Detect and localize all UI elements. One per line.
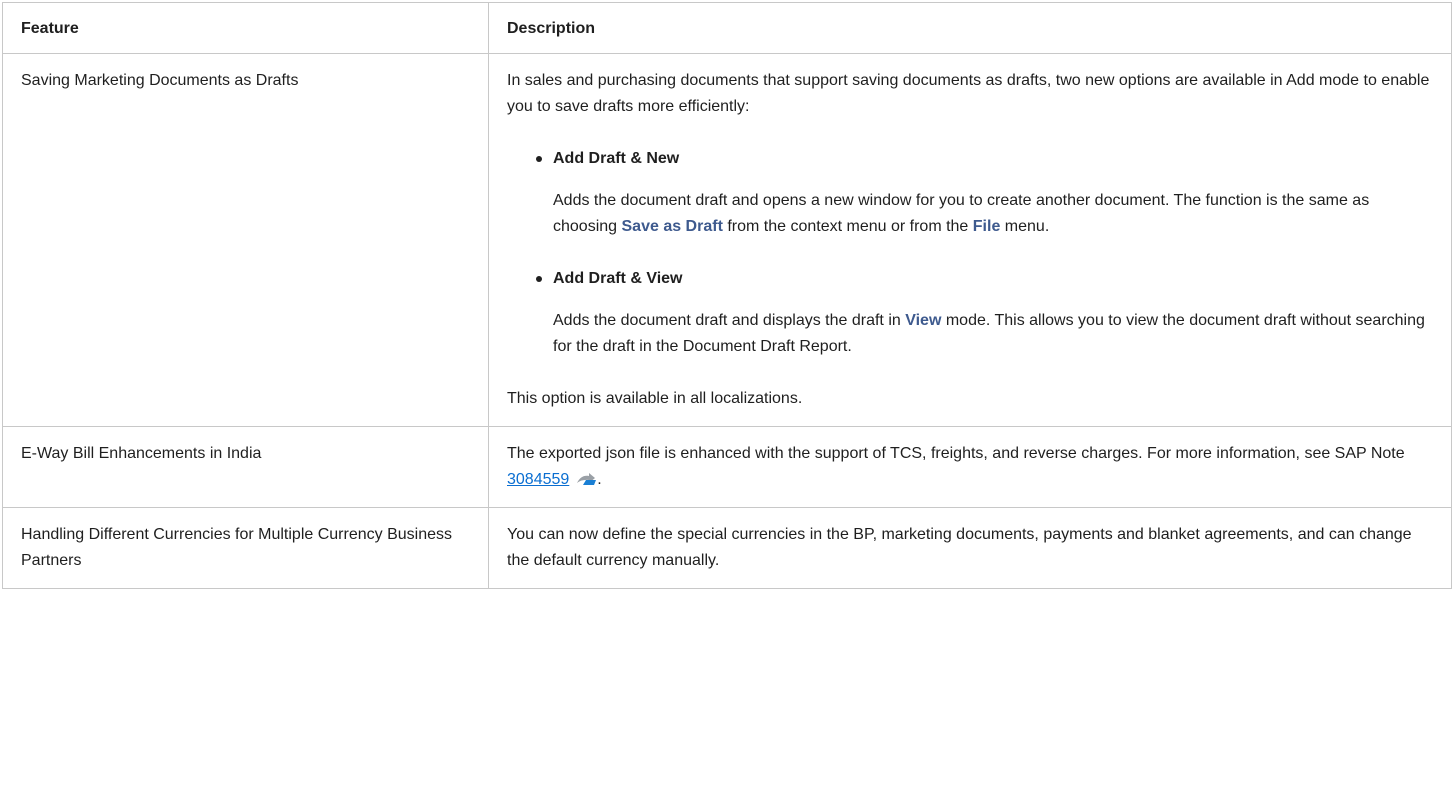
feature-name: E-Way Bill Enhancements in India xyxy=(21,445,262,462)
description-text-part: . xyxy=(597,471,602,488)
document-page: Feature Description Saving Marketing Doc… xyxy=(0,0,1453,794)
ui-term-save-as-draft: Save as Draft xyxy=(621,218,723,235)
feature-name: Saving Marketing Documents as Drafts xyxy=(21,72,299,89)
option-text: Adds the document draft and displays the… xyxy=(553,312,906,329)
list-item: Add Draft & New Adds the document draft … xyxy=(536,146,1433,240)
option-title: Add Draft & View xyxy=(553,270,683,287)
option-description: Adds the document draft and displays the… xyxy=(553,308,1433,360)
table-row: Saving Marketing Documents as Drafts In … xyxy=(2,53,1452,427)
column-header-feature: Feature xyxy=(2,2,489,54)
table-row: E-Way Bill Enhancements in India The exp… xyxy=(2,426,1452,508)
option-text: from the context menu or from the xyxy=(722,218,973,235)
bullet-icon xyxy=(536,156,542,162)
description-text-part: The exported json file is enhanced with … xyxy=(507,445,1405,462)
description-text: The exported json file is enhanced with … xyxy=(507,441,1433,493)
description-text: You can now define the special currencie… xyxy=(507,526,1412,569)
ui-term-view: View xyxy=(905,312,942,329)
availability-note: This option is available in all localiza… xyxy=(507,390,803,407)
feature-name: Handling Different Currencies for Multip… xyxy=(21,526,452,569)
feature-cell: Saving Marketing Documents as Drafts xyxy=(2,53,489,427)
external-link-icon[interactable] xyxy=(575,471,597,487)
feature-cell: Handling Different Currencies for Multip… xyxy=(2,507,489,589)
description-cell: In sales and purchasing documents that s… xyxy=(488,53,1452,427)
table-row: Handling Different Currencies for Multip… xyxy=(2,507,1452,589)
option-description: Adds the document draft and opens a new … xyxy=(553,188,1433,240)
column-header-description: Description xyxy=(488,2,1452,54)
ui-term-file: File xyxy=(972,218,1001,235)
feature-cell: E-Way Bill Enhancements in India xyxy=(2,426,489,508)
options-list: Add Draft & New Adds the document draft … xyxy=(507,146,1433,360)
feature-table: Feature Description Saving Marketing Doc… xyxy=(2,2,1452,589)
description-cell: The exported json file is enhanced with … xyxy=(488,426,1452,508)
option-title: Add Draft & New xyxy=(553,150,680,167)
description-intro: In sales and purchasing documents that s… xyxy=(507,72,1430,115)
description-cell: You can now define the special currencie… xyxy=(488,507,1452,589)
sap-note-link[interactable]: 3084559 xyxy=(507,471,569,488)
option-text: menu. xyxy=(1000,218,1050,235)
bullet-icon xyxy=(536,276,542,282)
table-header-row: Feature Description xyxy=(2,2,1452,54)
list-item: Add Draft & View Adds the document draft… xyxy=(536,266,1433,360)
